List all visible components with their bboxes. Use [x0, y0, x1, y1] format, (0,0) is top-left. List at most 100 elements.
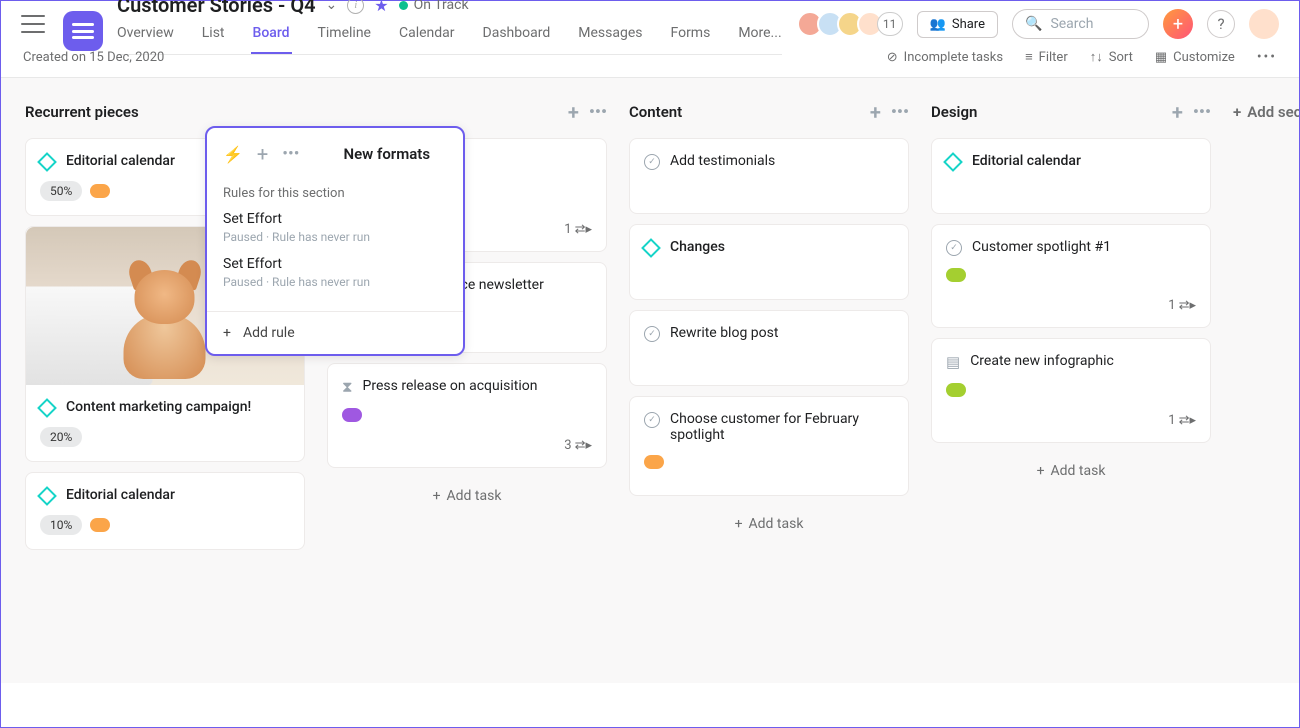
add-section-button[interactable]: + Add section: [1233, 98, 1299, 126]
add-task-button[interactable]: +Add task: [327, 478, 607, 514]
add-task-label: Add task: [749, 516, 804, 532]
menu-icon[interactable]: [21, 15, 45, 33]
subtask-count: 1: [1168, 413, 1175, 428]
project-title: Customer Stories - Q4: [117, 0, 316, 17]
star-icon[interactable]: ★: [374, 0, 388, 15]
column-title[interactable]: Content: [629, 103, 682, 121]
plus-icon: +: [1037, 463, 1045, 479]
add-rule-button[interactable]: + Add rule: [207, 311, 463, 354]
status-dot-icon: [399, 1, 408, 10]
add-button[interactable]: +: [1163, 9, 1193, 39]
card[interactable]: ✓ Choose customer for February spotlight: [629, 396, 909, 496]
card-title: Add testimonials: [670, 153, 775, 169]
card-title: Rewrite blog post: [670, 325, 778, 341]
user-avatar[interactable]: [1249, 9, 1279, 39]
plus-icon: +: [1233, 103, 1241, 121]
search-input[interactable]: 🔍 Search: [1012, 9, 1149, 39]
card[interactable]: Editorial calendar: [931, 138, 1211, 214]
milestone-icon: [641, 238, 661, 258]
add-card-button[interactable]: +: [257, 142, 268, 166]
card[interactable]: ✓ Add testimonials: [629, 138, 909, 214]
rule-name: Set Effort: [223, 256, 447, 272]
card-title: Editorial calendar: [972, 153, 1081, 169]
tag-icon: [342, 408, 362, 422]
sort-button[interactable]: ↑↓Sort: [1090, 49, 1133, 65]
card[interactable]: ✓ Rewrite blog post: [629, 310, 909, 386]
card-title: Editorial calendar: [66, 487, 175, 503]
tab-dashboard[interactable]: Dashboard: [483, 25, 551, 54]
card[interactable]: ✓Customer spotlight #1 1⇄▸: [931, 224, 1211, 328]
card-title: Choose customer for February spotlight: [670, 411, 894, 443]
card[interactable]: ⧗Press release on acquisition 3⇄▸: [327, 363, 607, 468]
card-title: Press release on acquisition: [363, 378, 538, 394]
column-menu-button[interactable]: •••: [891, 102, 909, 122]
milestone-icon: [37, 486, 57, 506]
tab-more[interactable]: More...: [738, 25, 781, 54]
column-menu-button[interactable]: •••: [1193, 102, 1211, 122]
add-card-button[interactable]: +: [568, 100, 579, 124]
column-menu-button[interactable]: •••: [282, 144, 299, 164]
add-task-button[interactable]: + Add task: [629, 506, 909, 542]
customize-button[interactable]: ▦Customize: [1155, 50, 1235, 65]
tab-messages[interactable]: Messages: [578, 25, 642, 54]
column-title[interactable]: Design: [931, 103, 977, 121]
tab-calendar[interactable]: Calendar: [399, 25, 455, 54]
add-rule-label: Add rule: [243, 325, 295, 341]
complete-icon[interactable]: ✓: [644, 154, 660, 170]
popover-title: New formats: [344, 145, 431, 163]
hourglass-icon: ⧗: [342, 378, 353, 396]
column-title[interactable]: Recurrent pieces: [25, 103, 139, 121]
complete-icon[interactable]: ✓: [644, 326, 660, 342]
rule-item[interactable]: Set Effort Paused · Rule has never run: [223, 256, 447, 289]
help-button[interactable]: ?: [1207, 10, 1235, 38]
share-button[interactable]: 👥 Share: [917, 11, 998, 38]
milestone-icon: [943, 152, 963, 172]
bolt-icon[interactable]: ⚡: [223, 145, 243, 164]
complete-icon[interactable]: ✓: [644, 412, 660, 428]
tab-board[interactable]: Board: [253, 25, 290, 54]
tag-icon: [946, 383, 966, 397]
tab-overview[interactable]: Overview: [117, 25, 174, 54]
add-card-button[interactable]: +: [1172, 100, 1183, 124]
card-title: Content marketing campaign!: [66, 399, 251, 415]
project-status[interactable]: On Track: [399, 0, 469, 13]
incomplete-tasks-filter[interactable]: ⊘Incomplete tasks: [887, 50, 1003, 65]
chevron-down-icon[interactable]: ⌄: [326, 0, 338, 13]
column-menu-button[interactable]: •••: [589, 102, 607, 122]
add-task-label: Add task: [447, 488, 502, 504]
more-button[interactable]: •••: [1257, 49, 1277, 65]
subtask-icon: ⇄▸: [575, 438, 592, 453]
tag-icon: [644, 455, 664, 469]
sort-icon: ↑↓: [1090, 49, 1103, 65]
milestone-icon: [37, 152, 57, 172]
add-card-button[interactable]: +: [870, 100, 881, 124]
rule-item[interactable]: Set Effort Paused · Rule has never run: [223, 211, 447, 244]
tab-list[interactable]: List: [202, 25, 225, 54]
card[interactable]: ▤Create new infographic 1⇄▸: [931, 338, 1211, 443]
milestone-icon: [37, 398, 57, 418]
member-avatars[interactable]: 11: [803, 11, 903, 37]
tag-icon: [90, 518, 110, 532]
card[interactable]: Changes: [629, 224, 909, 300]
card[interactable]: Editorial calendar 10%: [25, 472, 305, 550]
info-icon[interactable]: i: [347, 0, 364, 14]
plus-icon: +: [735, 516, 743, 532]
tab-forms[interactable]: Forms: [670, 25, 710, 54]
rules-popover: ⚡ + ••• New formats Rules for this secti…: [205, 126, 465, 356]
percent-badge: 50%: [40, 181, 82, 201]
status-label: On Track: [414, 0, 469, 13]
card-title: Create new infographic: [970, 353, 1114, 369]
rule-name: Set Effort: [223, 211, 447, 227]
add-task-label: Add task: [1051, 463, 1106, 479]
people-icon: 👥: [930, 17, 946, 32]
tab-timeline[interactable]: Timeline: [318, 25, 371, 54]
complete-icon[interactable]: ✓: [946, 240, 962, 256]
add-section-label: Add section: [1247, 103, 1299, 121]
add-task-button[interactable]: + Add task: [931, 453, 1211, 489]
filter-icon: ≡: [1025, 49, 1033, 65]
rule-status: Paused · Rule has never run: [223, 230, 447, 244]
avatar-overflow-count: 11: [877, 12, 903, 36]
plus-icon: +: [223, 325, 231, 341]
customize-label: Customize: [1173, 50, 1235, 65]
filter-button[interactable]: ≡Filter: [1025, 49, 1068, 65]
